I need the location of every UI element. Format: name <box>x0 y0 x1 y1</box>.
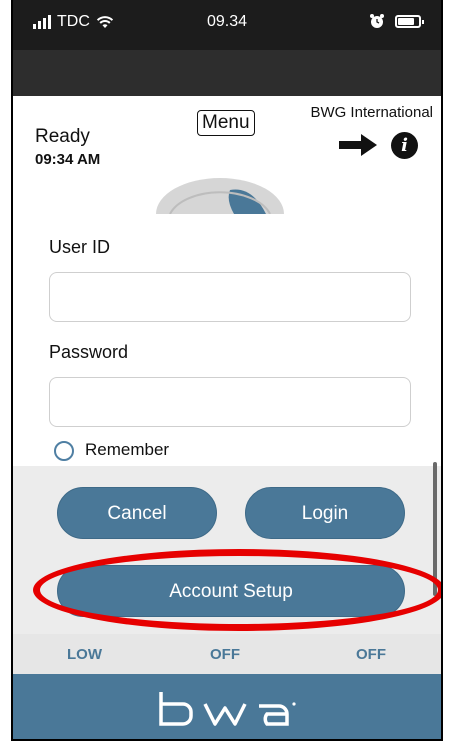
cancel-button[interactable]: Cancel <box>57 487 217 539</box>
alarm-icon <box>370 14 384 28</box>
level-1: LOW <box>67 646 102 663</box>
bwa-logo: bwa <box>159 692 296 726</box>
status-right <box>369 13 424 29</box>
battery-icon <box>395 14 424 28</box>
menu-button[interactable]: Menu <box>197 110 255 136</box>
status-timestamp: 09:34 AM <box>35 151 101 168</box>
footer: bwa <box>13 674 441 739</box>
user-id-input[interactable] <box>49 272 411 322</box>
right-arrow-icon[interactable] <box>337 132 379 158</box>
title-band <box>13 50 441 96</box>
gauge-graphic <box>156 178 284 214</box>
status-text: Ready <box>35 126 90 147</box>
level-3: OFF <box>356 646 386 663</box>
status-bar: TDC 09.34 <box>13 0 441 50</box>
login-button[interactable]: Login <box>245 487 405 539</box>
level-2: OFF <box>210 646 240 663</box>
info-icon[interactable]: i <box>391 132 418 159</box>
company-name: BWG International <box>310 104 433 121</box>
password-label: Password <box>49 342 129 362</box>
header-panel: Ready 09:34 AM Menu BWG International i <box>13 96 441 214</box>
account-setup-button[interactable]: Account Setup <box>57 565 405 617</box>
password-input[interactable] <box>49 377 411 427</box>
phone-frame: TDC 09.34 Ready 09:34 AM Menu BWG Intern… <box>11 0 443 741</box>
remember-label[interactable]: Remember <box>85 440 169 460</box>
user-id-label: User ID <box>49 237 111 257</box>
scrollbar[interactable] <box>433 462 437 596</box>
remember-radio[interactable] <box>54 441 74 461</box>
levels-bar: LOW OFF OFF <box>13 634 441 674</box>
